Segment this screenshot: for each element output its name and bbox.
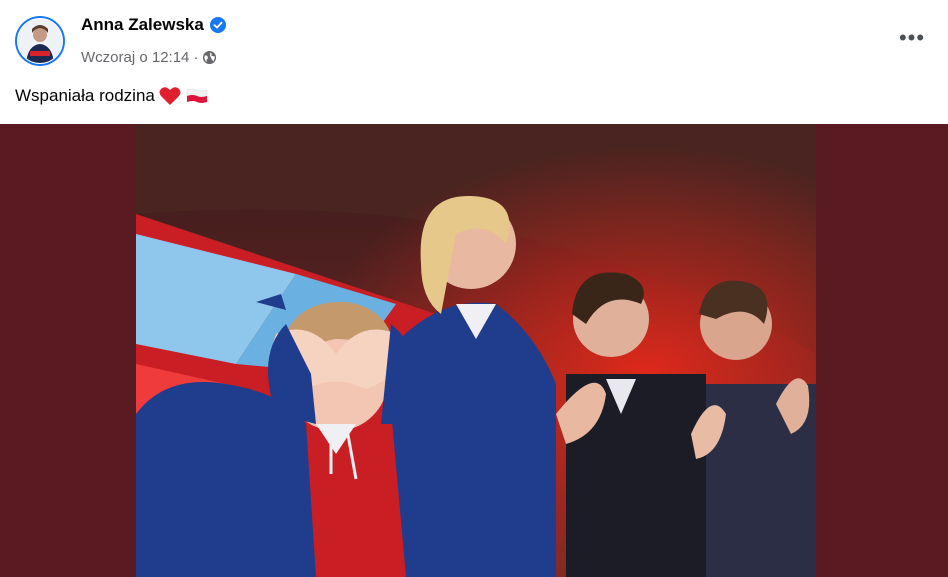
post-photo[interactable] bbox=[136, 124, 816, 577]
photo-scene bbox=[136, 124, 816, 577]
more-options-icon: ••• bbox=[898, 25, 926, 50]
avatar-photo bbox=[17, 18, 63, 64]
post-meta: Wczoraj o 12:14 · bbox=[81, 49, 217, 66]
globe-icon[interactable] bbox=[202, 50, 217, 65]
author-avatar[interactable] bbox=[15, 16, 65, 66]
post-media[interactable] bbox=[0, 124, 948, 577]
poland-flag-emoji bbox=[185, 87, 209, 105]
more-options-button[interactable]: ••• bbox=[890, 22, 934, 54]
post-header: Anna Zalewska Wczoraj o 12:14 · ••• Wspa… bbox=[0, 0, 948, 124]
verified-badge-icon bbox=[209, 17, 226, 33]
post-text-row: Wspaniała rodzina bbox=[15, 86, 209, 106]
author-name-row: Anna Zalewska bbox=[81, 15, 226, 35]
author-name[interactable]: Anna Zalewska bbox=[81, 15, 204, 35]
meta-separator: · bbox=[193, 49, 199, 66]
post-timestamp[interactable]: Wczoraj o 12:14 bbox=[81, 49, 189, 66]
post-text: Wspaniała rodzina bbox=[15, 86, 155, 105]
red-heart-emoji bbox=[159, 86, 181, 106]
